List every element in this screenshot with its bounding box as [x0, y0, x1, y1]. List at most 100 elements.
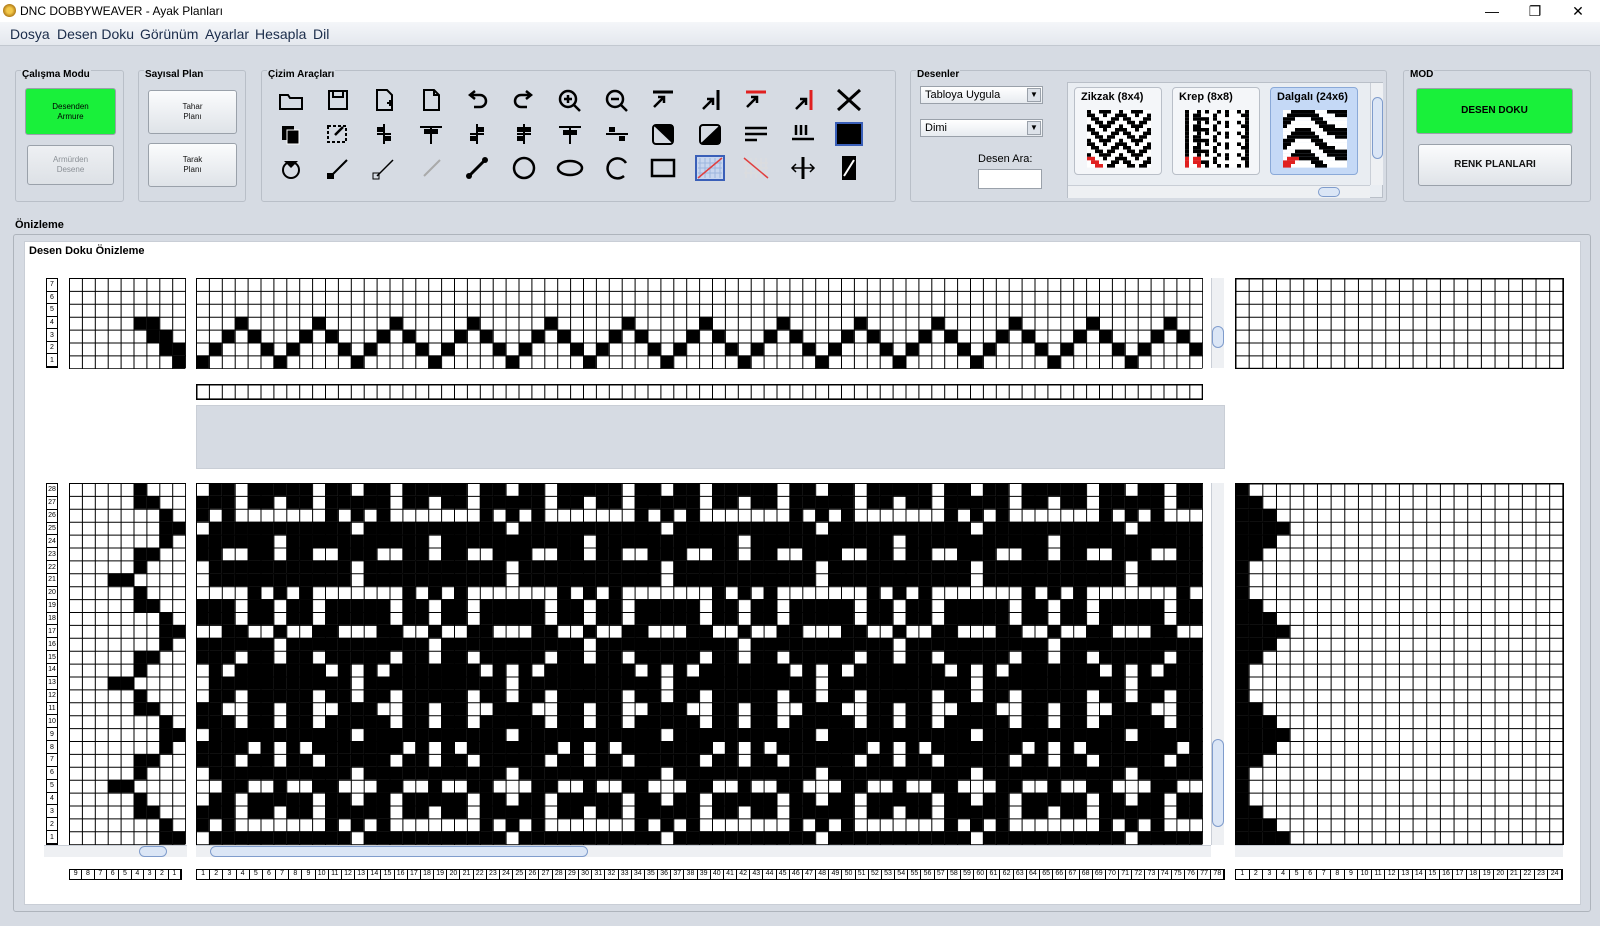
rows-tool-button[interactable] — [739, 119, 773, 149]
align-top-tool-button[interactable] — [646, 85, 680, 115]
color-number: 6 — [1304, 870, 1318, 879]
gallery-scrollbar-h[interactable] — [1068, 185, 1370, 198]
warp-number: 28 — [553, 870, 566, 879]
flip-h-tool-button[interactable] — [786, 153, 820, 183]
align-right-tool-button[interactable] — [693, 85, 727, 115]
pick-number: 3 — [47, 805, 57, 819]
gallery-scroll-thumb[interactable] — [1372, 97, 1383, 159]
duplicate-tool-button[interactable] — [274, 119, 308, 149]
zoom-out-icon — [605, 89, 628, 112]
zoom-in-icon — [558, 89, 581, 112]
redo-tool-button[interactable] — [507, 85, 541, 115]
save-icon — [327, 90, 348, 110]
threading-scroll-thumb[interactable] — [1212, 326, 1224, 348]
desen-doku-button[interactable]: DESEN DOKU — [1416, 88, 1573, 134]
chevron-down-icon[interactable]: ▼ — [1027, 121, 1041, 135]
treadling-scrollbar[interactable] — [44, 845, 187, 857]
pick-number: 1 — [47, 831, 57, 845]
tarak-plani-button[interactable]: Tarak Planı — [148, 143, 237, 187]
maximize-button[interactable]: ❐ — [1515, 0, 1555, 22]
shift-up-tool-button[interactable] — [414, 119, 448, 149]
compress-tool-button[interactable] — [600, 119, 634, 149]
chevron-down-icon[interactable]: ▼ — [1027, 88, 1041, 102]
shaft-number: 1 — [47, 354, 57, 368]
pattern-type-select[interactable]: Dimi ▼ — [920, 119, 1043, 137]
close-button[interactable]: ✕ — [1558, 0, 1598, 22]
drawdown-scroll-thumb-v[interactable] — [1212, 739, 1224, 827]
undo-tool-button[interactable] — [460, 85, 494, 115]
treadling-scroll-thumb[interactable] — [139, 846, 167, 857]
columns-tool-button[interactable] — [786, 119, 820, 149]
desen-doku-onizleme-title: Desen Doku Önizleme — [29, 245, 145, 257]
save-tool-button[interactable] — [321, 85, 355, 115]
mirror-tool-button[interactable] — [507, 119, 541, 149]
menu-dil[interactable]: Dil — [313, 26, 329, 42]
warp-number: 8 — [289, 870, 303, 879]
arc-tool-button[interactable] — [600, 153, 634, 183]
line-tool-button[interactable] — [321, 153, 355, 183]
zoom-in-tool-button[interactable] — [553, 85, 587, 115]
shift-left-tool-button[interactable] — [367, 119, 401, 149]
drawdown-grid[interactable] — [196, 483, 1204, 846]
warp-number: 26 — [526, 870, 540, 879]
color-number: 14 — [1413, 870, 1427, 879]
pattern-card[interactable]: Zikzak (8x4) — [1074, 87, 1162, 175]
minimize-button[interactable]: — — [1472, 0, 1512, 22]
reed-grid[interactable] — [196, 384, 1204, 400]
open-folder-tool-button[interactable] — [274, 85, 308, 115]
threading-scrollbar[interactable] — [1211, 278, 1224, 368]
fill-tool-button[interactable] — [693, 119, 727, 149]
apply-mode-select[interactable]: Tabloya Uygula ▼ — [920, 86, 1043, 104]
pattern-card[interactable]: Krep (8x8) — [1172, 87, 1260, 175]
weft-color-scrollbar[interactable] — [1235, 845, 1563, 857]
treadling-grid[interactable] — [69, 483, 187, 846]
warp-number: 54 — [895, 870, 909, 879]
line-dot-tool-button[interactable] — [367, 153, 401, 183]
menu-gorunum[interactable]: Görünüm — [140, 26, 198, 42]
warp-number: 11 — [329, 870, 342, 879]
ellipse-tool-button[interactable] — [553, 153, 587, 183]
segment-tool-button[interactable] — [460, 153, 494, 183]
tieup-grid[interactable] — [69, 278, 187, 370]
calisma-modu-title: Çalışma Modu — [21, 69, 91, 80]
select-tool-button[interactable] — [321, 119, 355, 149]
red-arrow-tool-button[interactable] — [786, 85, 820, 115]
line-light-tool-button[interactable] — [414, 153, 448, 183]
menu-hesapla[interactable]: Hesapla — [255, 26, 306, 42]
diagonal-tool-button[interactable] — [739, 153, 773, 183]
drawdown-scrollbar-v[interactable] — [1211, 483, 1224, 845]
close-x-tool-button[interactable] — [832, 85, 866, 115]
drawdown-scroll-thumb-h[interactable] — [210, 846, 588, 857]
stripe-tool-button[interactable] — [832, 153, 866, 183]
armurden-desene-button[interactable]: Armürden Desene — [27, 145, 114, 185]
desenden-armure-button[interactable]: Desenden Armure — [25, 88, 116, 135]
shift-down-icon — [470, 124, 484, 144]
flip-tool-button[interactable] — [553, 119, 587, 149]
gallery-scrollbar-v[interactable] — [1370, 83, 1383, 185]
menu-dosya[interactable]: Dosya — [10, 26, 50, 42]
copy-page-tool-button[interactable] — [414, 85, 448, 115]
rectangle-tool-button[interactable] — [646, 153, 680, 183]
gallery-hscroll-thumb[interactable] — [1318, 187, 1340, 197]
tahar-plani-button[interactable]: Tahar Planı — [148, 90, 237, 134]
threading-grid[interactable] — [196, 278, 1204, 370]
pattern-card[interactable]: Dalgalı (24x6) — [1270, 87, 1358, 175]
warp-color-grid[interactable] — [1235, 278, 1564, 370]
rotate-tool-button[interactable] — [274, 153, 308, 183]
warp-number: 43 — [750, 870, 764, 879]
shift-down-tool-button[interactable] — [460, 119, 494, 149]
invert-tool-button[interactable] — [646, 119, 680, 149]
menu-desen-doku[interactable]: Desen Doku — [57, 26, 134, 42]
red-line-tool-button[interactable] — [739, 85, 773, 115]
duplicate-icon — [282, 126, 300, 145]
desen-ara-input[interactable] — [978, 169, 1042, 189]
circle-tool-button[interactable] — [507, 153, 541, 183]
menu-ayarlar[interactable]: Ayarlar — [205, 26, 249, 42]
black-fill-tool-button[interactable] — [832, 119, 866, 149]
zoom-out-tool-button[interactable] — [600, 85, 634, 115]
grid-fill-tool-button[interactable] — [693, 153, 727, 183]
new-page-tool-button[interactable] — [367, 85, 401, 115]
weft-color-grid[interactable] — [1235, 483, 1564, 846]
renk-planlari-button[interactable]: RENK PLANLARI — [1418, 144, 1572, 186]
drawdown-scrollbar-h[interactable] — [196, 845, 1211, 857]
